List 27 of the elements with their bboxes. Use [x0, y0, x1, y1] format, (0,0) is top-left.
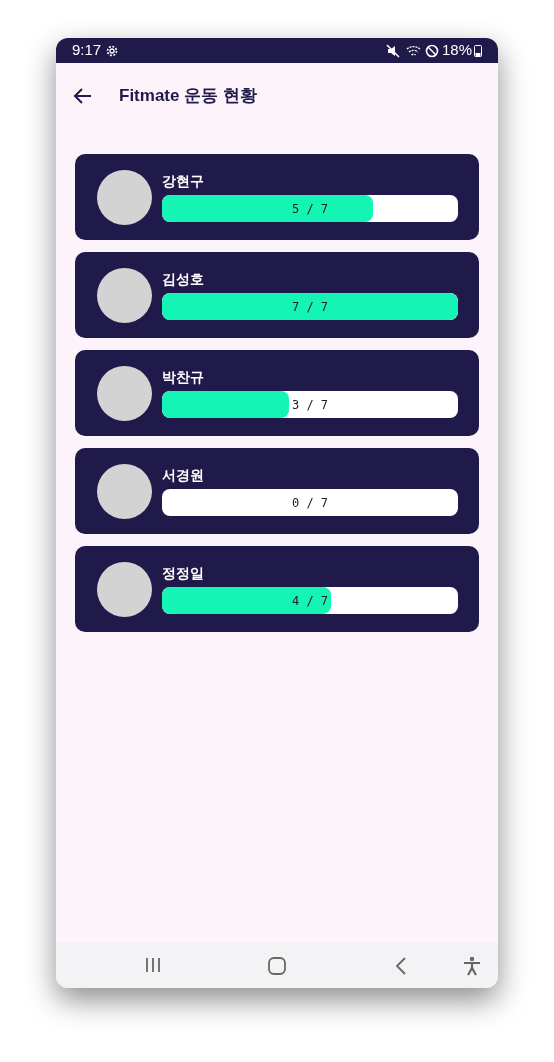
- avatar: [97, 365, 152, 421]
- mute-icon: [385, 43, 400, 58]
- member-name: 박찬규: [162, 368, 205, 386]
- progress-label: 0 / 7: [290, 494, 330, 512]
- avatar: [97, 267, 152, 323]
- screen-title: Fitmate 운동 현황: [119, 84, 257, 107]
- avatar: [97, 169, 152, 225]
- accessibility-icon[interactable]: [462, 956, 482, 976]
- recent-apps-icon[interactable]: [145, 957, 161, 973]
- battery-percent: 18%: [441, 40, 472, 61]
- gear-icon: [105, 43, 120, 58]
- member-name: 정정일: [162, 564, 205, 582]
- progress-label: 5 / 7: [290, 200, 330, 218]
- member-name: 서경원: [162, 466, 205, 484]
- block-icon: [424, 43, 439, 58]
- progress-label: 7 / 7: [290, 298, 330, 316]
- progress-label: 4 / 7: [290, 592, 330, 610]
- back-icon[interactable]: [395, 957, 407, 975]
- avatar: [97, 463, 152, 519]
- member-name: 강현구: [162, 172, 205, 190]
- battery-icon: [474, 44, 482, 57]
- avatar: [97, 561, 152, 617]
- progress-label: 3 / 7: [290, 396, 330, 414]
- clock: 9:17: [72, 40, 102, 61]
- wifi-icon: [405, 43, 422, 58]
- home-icon[interactable]: [268, 957, 286, 975]
- member-name: 김성호: [162, 270, 205, 288]
